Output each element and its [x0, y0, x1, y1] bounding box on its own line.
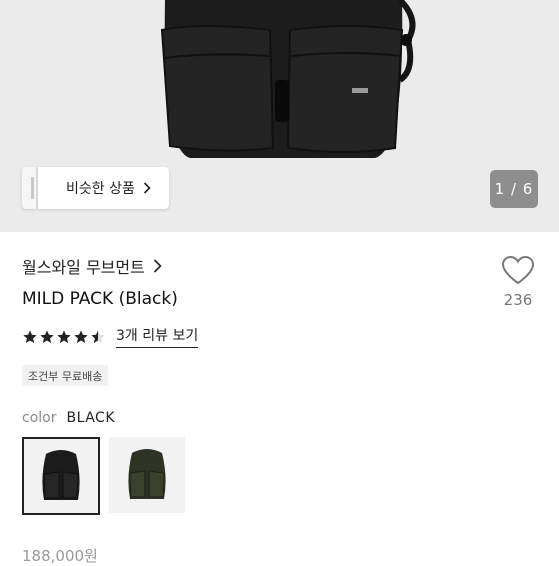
star-icon	[57, 329, 71, 343]
review-link[interactable]: 3개 리뷰 보기	[116, 325, 199, 348]
star-icon	[23, 329, 37, 343]
rating-row: 3개 리뷰 보기	[22, 325, 199, 348]
brand-link[interactable]: 월스와일 무브먼트	[22, 254, 162, 278]
color-key: color	[22, 410, 57, 426]
like-button[interactable]: 236	[496, 255, 540, 309]
star-icon	[74, 329, 88, 343]
product-main-image	[160, 0, 416, 158]
color-swatch-olive[interactable]	[109, 437, 185, 513]
pager-label: 1 / 6	[494, 180, 534, 198]
color-option-label: color BLACK	[22, 410, 115, 426]
star-half-icon	[91, 329, 105, 343]
heart-outline-icon	[501, 255, 535, 285]
similar-products-button[interactable]: 비슷한 상품	[22, 167, 169, 209]
similar-product-thumbnail	[22, 167, 36, 209]
product-title: MILD PACK (Black)	[22, 289, 178, 309]
brand-name: 월스와일 무브먼트	[22, 258, 145, 277]
swatch-image-black	[42, 450, 80, 500]
color-swatch-black[interactable]	[22, 437, 100, 515]
similar-products-label: 비슷한 상품	[66, 181, 135, 197]
star-icon	[40, 329, 54, 343]
color-value: BLACK	[66, 410, 115, 426]
product-price: 188,000원	[22, 547, 98, 565]
rating-stars	[22, 329, 106, 345]
shipping-badge: 조건부 무료배송	[22, 365, 109, 386]
chevron-right-icon	[153, 259, 162, 273]
swatch-image-olive	[128, 449, 166, 499]
chevron-right-icon	[143, 182, 151, 194]
similar-products-pill[interactable]: 비슷한 상품	[38, 167, 169, 209]
product-image-gallery[interactable]: 비슷한 상품 1 / 6	[0, 0, 559, 232]
image-pager-indicator: 1 / 6	[490, 170, 538, 208]
like-count: 236	[503, 291, 533, 309]
